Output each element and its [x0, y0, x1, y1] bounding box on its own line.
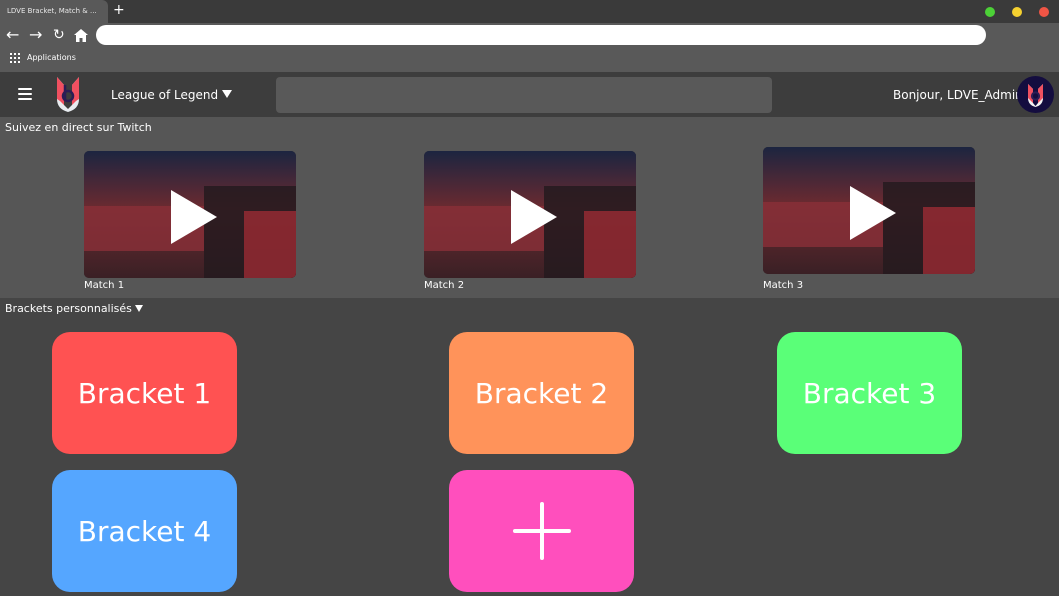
match-3-thumbnail[interactable] — [763, 147, 975, 274]
search-input[interactable] — [276, 77, 772, 113]
match-1-thumbnail[interactable] — [84, 151, 296, 278]
bracket-3-button[interactable]: Bracket 3 — [777, 332, 962, 454]
bracket-4-button[interactable]: Bracket 4 — [52, 470, 237, 592]
apps-bookmark[interactable]: Applications — [27, 53, 76, 63]
back-icon[interactable]: ← — [6, 25, 19, 45]
window-dot-red[interactable] — [1039, 7, 1049, 17]
match-2-thumbnail[interactable] — [424, 151, 636, 278]
browser-tab[interactable]: LDVE Bracket, Match & ... — [0, 0, 108, 23]
forward-icon[interactable]: → — [29, 25, 42, 45]
new-tab-button[interactable]: + — [113, 2, 125, 18]
brackets-section-title: Brackets personnalisés — [5, 302, 132, 315]
window-dot-green[interactable] — [985, 7, 995, 17]
url-bar[interactable] — [96, 25, 986, 45]
avatar[interactable] — [1017, 76, 1054, 113]
reload-icon[interactable]: ↻ — [53, 25, 65, 45]
ldve-logo[interactable] — [54, 75, 82, 113]
bracket-1-button[interactable]: Bracket 1 — [52, 332, 237, 454]
brackets-chevron-down-icon[interactable] — [135, 305, 143, 312]
apps-grid-icon[interactable] — [10, 53, 20, 63]
menu-icon[interactable] — [18, 88, 32, 100]
browser-tabstrip — [0, 0, 1059, 23]
game-selector[interactable]: League of Legend — [111, 87, 218, 103]
plus-icon — [512, 502, 571, 560]
user-greeting: Bonjour, LDVE_Admin — [893, 88, 1023, 102]
match-2-label: Match 2 — [424, 280, 465, 291]
match-3-label: Match 3 — [763, 280, 804, 291]
chevron-down-icon[interactable] — [222, 90, 232, 98]
match-1-label: Match 1 — [84, 280, 125, 291]
add-bracket-button[interactable] — [449, 470, 634, 592]
home-icon[interactable] — [74, 29, 88, 42]
twitch-section-title: Suivez en direct sur Twitch — [5, 121, 152, 134]
window-dot-yellow[interactable] — [1012, 7, 1022, 17]
bookmarks-bar — [0, 49, 1059, 72]
bracket-2-button[interactable]: Bracket 2 — [449, 332, 634, 454]
avatar-logo-icon — [1028, 84, 1043, 107]
